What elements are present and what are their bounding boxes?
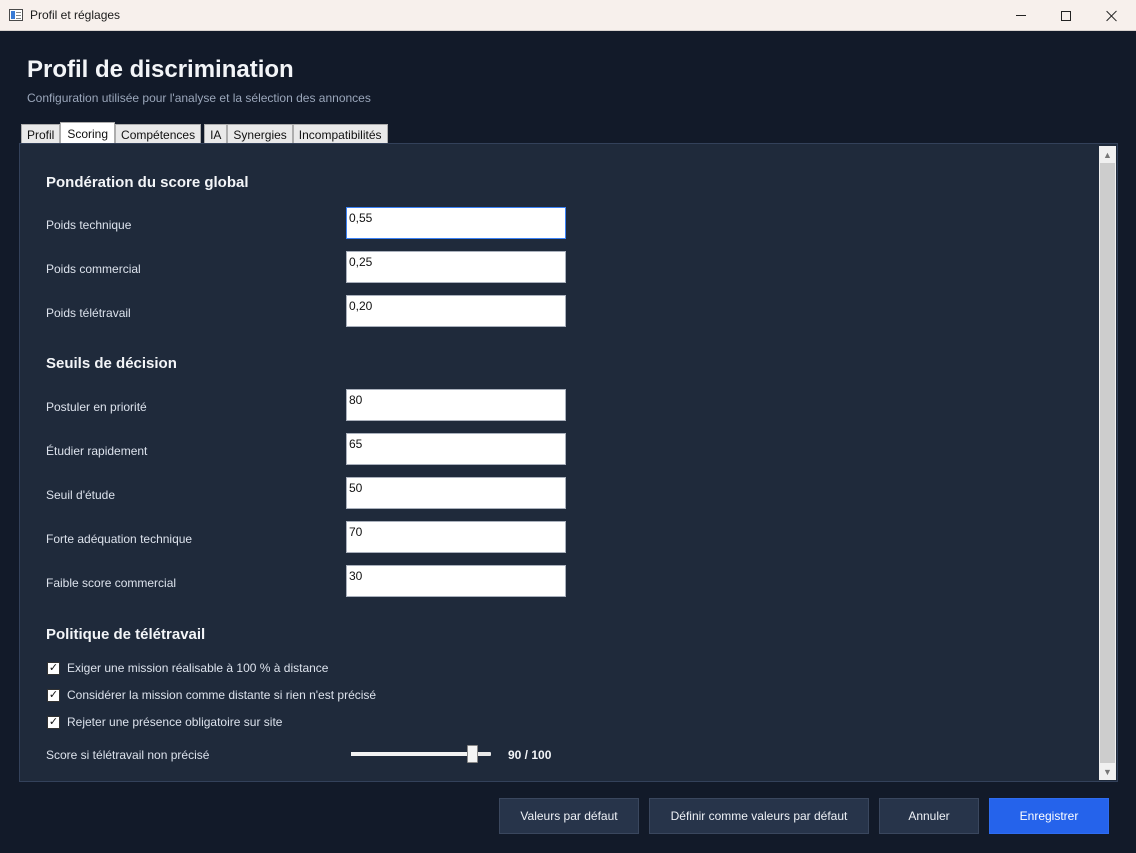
page-title: Profil de discrimination bbox=[27, 56, 294, 83]
vertical-scrollbar[interactable]: ▲ ▼ bbox=[1099, 146, 1116, 780]
checkbox-full-remote[interactable]: ✓ bbox=[47, 661, 60, 675]
tab-scoring[interactable]: Scoring bbox=[60, 122, 116, 144]
remote-weight-input[interactable]: 0,20 bbox=[346, 295, 566, 327]
checkbox-reject-onsite[interactable]: ✓ bbox=[47, 715, 60, 729]
app-icon bbox=[9, 9, 23, 21]
field-label-study-quickly: Étudier rapidement bbox=[46, 444, 148, 458]
maximize-button[interactable] bbox=[1043, 0, 1089, 31]
tab-competences[interactable]: Compétences bbox=[115, 124, 202, 144]
technical-weight-input[interactable]: 0,55 bbox=[346, 207, 566, 239]
slider-label-unspecified-remote-score: Score si télétravail non précisé bbox=[46, 748, 210, 762]
minimize-button[interactable] bbox=[998, 0, 1044, 31]
checkbox-row-full-remote[interactable]: ✓ Exiger une mission réalisable à 100 % … bbox=[47, 660, 328, 676]
field-label-apply-priority: Postuler en priorité bbox=[46, 400, 147, 414]
scoring-panel: Pondération du score global Poids techni… bbox=[19, 143, 1118, 782]
window-title-bar: Profil et réglages bbox=[0, 0, 1136, 31]
low-commercial-score-input[interactable]: 30 bbox=[346, 565, 566, 597]
close-button[interactable] bbox=[1089, 0, 1135, 31]
slider-thumb[interactable] bbox=[467, 745, 479, 763]
tab-synergies[interactable]: Synergies bbox=[227, 124, 293, 144]
set-as-defaults-button[interactable]: Définir comme valeurs par défaut bbox=[649, 798, 869, 834]
section-title-remote-policy: Politique de télétravail bbox=[46, 626, 206, 643]
maximize-icon bbox=[1061, 10, 1071, 21]
checkbox-label-full-remote: Exiger une mission réalisable à 100 % à … bbox=[67, 661, 329, 675]
field-label-commercial-weight: Poids commercial bbox=[46, 262, 141, 276]
defaults-button[interactable]: Valeurs par défaut bbox=[499, 798, 639, 834]
checkbox-row-assume-remote[interactable]: ✓ Considérer la mission comme distante s… bbox=[47, 687, 376, 703]
minimize-icon bbox=[1016, 15, 1026, 16]
tab-incompatibilites[interactable]: Incompatibilités bbox=[292, 124, 388, 144]
tab-strip: Profil Scoring Compétences IA Synergies … bbox=[21, 122, 388, 144]
cancel-button[interactable]: Annuler bbox=[879, 798, 979, 834]
study-threshold-input[interactable]: 50 bbox=[346, 477, 566, 509]
checkbox-label-assume-remote: Considérer la mission comme distante si … bbox=[67, 688, 377, 702]
apply-priority-input[interactable]: 80 bbox=[346, 389, 566, 421]
field-label-low-commercial-score: Faible score commercial bbox=[46, 576, 177, 590]
scrollbar-thumb[interactable] bbox=[1100, 163, 1115, 763]
study-quickly-input[interactable]: 65 bbox=[346, 433, 566, 465]
field-label-technical-weight: Poids technique bbox=[46, 218, 132, 232]
scroll-up-arrow-icon[interactable]: ▲ bbox=[1099, 146, 1116, 163]
strong-technical-fit-input[interactable]: 70 bbox=[346, 521, 566, 553]
field-label-remote-weight: Poids télétravail bbox=[46, 306, 131, 320]
save-button[interactable]: Enregistrer bbox=[989, 798, 1109, 834]
slider-value: 90 / 100 bbox=[508, 748, 552, 762]
field-label-strong-technical-fit: Forte adéquation technique bbox=[46, 532, 193, 546]
section-title-weights: Pondération du score global bbox=[46, 174, 249, 191]
slider-fill bbox=[351, 752, 477, 756]
checkbox-assume-remote[interactable]: ✓ bbox=[47, 688, 60, 702]
window-title: Profil et réglages bbox=[30, 8, 121, 22]
checkbox-label-reject-onsite: Rejeter une présence obligatoire sur sit… bbox=[67, 715, 283, 729]
page-subtitle: Configuration utilisée pour l'analyse et… bbox=[27, 91, 371, 105]
scroll-down-arrow-icon[interactable]: ▼ bbox=[1099, 763, 1116, 780]
checkbox-row-reject-onsite[interactable]: ✓ Rejeter une présence obligatoire sur s… bbox=[47, 714, 282, 730]
close-icon bbox=[1106, 10, 1118, 22]
commercial-weight-input[interactable]: 0,25 bbox=[346, 251, 566, 283]
field-label-study-threshold: Seuil d'étude bbox=[46, 488, 116, 502]
section-title-thresholds: Seuils de décision bbox=[46, 355, 177, 372]
tab-ia[interactable]: IA bbox=[204, 124, 228, 144]
tab-profil[interactable]: Profil bbox=[21, 124, 61, 144]
